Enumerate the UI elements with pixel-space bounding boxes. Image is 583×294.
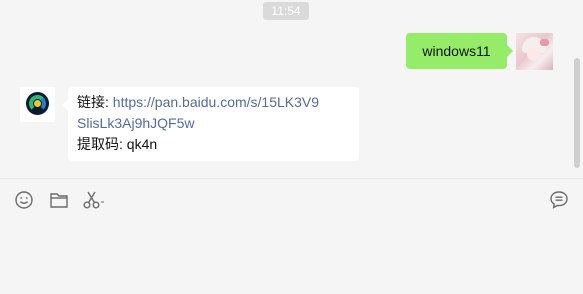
link-line: 链接: https://pan.baidu.com/s/15LK3V9 [77, 92, 350, 113]
link-label: 链接: [77, 94, 113, 110]
contact-message-bubble[interactable]: 链接: https://pan.baidu.com/s/15LK3V9 Slis… [62, 87, 359, 161]
emoji-icon[interactable] [13, 189, 35, 211]
chat-area: 11:54 windows11 链接: https://pan.baidu.co… [0, 0, 583, 178]
input-toolbar [0, 178, 583, 222]
share-link[interactable]: https://pan.baidu.com/s/15LK3V9 [113, 94, 319, 110]
message-timestamp: 11:54 [263, 2, 309, 20]
folder-icon[interactable] [48, 189, 70, 211]
share-link-continued[interactable]: SlisLk3Aj9hJQF5w [77, 113, 350, 134]
extraction-code: 提取码: qk4n [77, 136, 158, 152]
chat-history-icon[interactable] [548, 189, 570, 211]
scissors-icon[interactable] [82, 189, 108, 211]
avatar-face [527, 47, 541, 61]
chat-scrollbar[interactable] [574, 58, 580, 168]
my-avatar[interactable] [516, 33, 553, 70]
contact-avatar[interactable] [20, 87, 55, 122]
avatar-logo-center [34, 100, 41, 107]
avatar-bow [540, 39, 549, 46]
message-input-area[interactable] [0, 222, 583, 294]
my-message-bubble[interactable]: windows11 [406, 33, 513, 69]
